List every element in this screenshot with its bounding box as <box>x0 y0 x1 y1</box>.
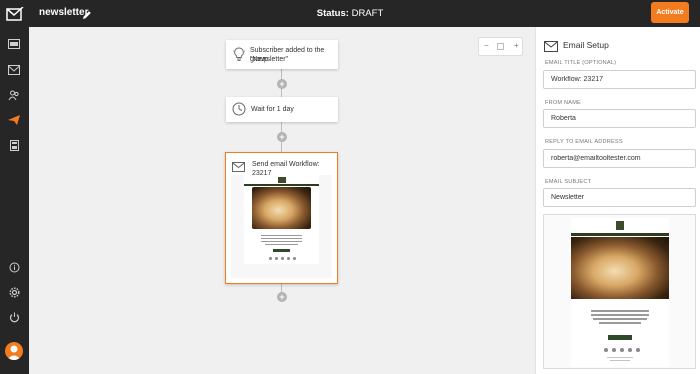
email-preview-social-icon <box>628 348 632 352</box>
email-preview-bread-image <box>571 237 669 299</box>
email-preview-page <box>571 218 669 367</box>
email-thumb-text-line <box>261 238 302 239</box>
envelope-icon <box>544 39 558 57</box>
email-preview-logo <box>616 221 624 230</box>
field-label-email-title: EMAIL TITLE (OPTIONAL) <box>545 60 617 66</box>
email-preview[interactable] <box>543 214 696 369</box>
email-thumb-social-icon <box>269 257 272 260</box>
power-icon[interactable] <box>7 310 21 324</box>
from-name-input[interactable] <box>543 109 696 128</box>
email-thumb-text-line <box>261 235 302 236</box>
app-logo-icon[interactable] <box>0 0 29 27</box>
trigger-text-line2: "Newsletter" <box>250 56 289 63</box>
email-preview-cta <box>608 335 632 340</box>
activate-button[interactable]: Activate <box>651 2 689 23</box>
automation-icon[interactable] <box>7 113 21 127</box>
left-sidebar <box>0 27 29 374</box>
email-thumbnail-small <box>231 175 332 278</box>
zoom-out-button[interactable]: − <box>484 41 489 50</box>
status-value: DRAFT <box>351 8 384 19</box>
field-label-reply-to: REPLY TO EMAIL ADDRESS <box>545 139 623 145</box>
info-icon[interactable] <box>7 260 21 274</box>
add-step-button[interactable]: + <box>277 292 287 302</box>
zoom-in-button[interactable]: + <box>514 41 519 50</box>
settings-icon[interactable] <box>7 285 21 299</box>
field-label-email-subject: EMAIL SUBJECT <box>545 179 592 185</box>
subscribers-icon[interactable] <box>7 88 21 102</box>
workflow-status: Status: DRAFT <box>0 8 700 19</box>
email-preview-footer-line <box>607 357 633 358</box>
email-thumb-text-line <box>261 241 302 242</box>
email-thumb-logo <box>278 177 286 183</box>
field-label-from-name: FROM NAME <box>545 100 581 106</box>
email-preview-social-icon <box>612 348 616 352</box>
mail-icon[interactable] <box>7 63 21 77</box>
email-thumb-social-icon <box>293 257 296 260</box>
zoom-fit-button[interactable] <box>497 43 504 50</box>
email-thumb-cta <box>273 249 290 252</box>
email-preview-text-line <box>591 310 649 312</box>
email-thumb-banner <box>244 184 319 186</box>
email-thumb-social-icon <box>275 257 278 260</box>
email-preview-text-line <box>591 314 649 316</box>
email-thumb-bread-image <box>252 187 311 229</box>
email-preview-text-line <box>593 318 647 320</box>
add-step-button[interactable]: + <box>277 132 287 142</box>
clock-icon <box>232 102 246 121</box>
lightbulb-icon <box>232 47 246 67</box>
edit-title-pencil-icon[interactable] <box>82 7 92 19</box>
dashboard-icon[interactable] <box>7 37 21 51</box>
user-avatar[interactable] <box>5 342 23 360</box>
email-subject-input[interactable] <box>543 188 696 207</box>
email-title-input[interactable] <box>543 70 696 89</box>
email-thumb-social-icon <box>287 257 290 260</box>
panel-title: Email Setup <box>563 40 609 50</box>
workflow-node-trigger[interactable]: Subscriber added to the group "Newslette… <box>226 40 338 69</box>
email-preview-banner <box>571 233 669 236</box>
email-thumb-text-line <box>265 244 298 245</box>
email-preview-social-icon <box>620 348 624 352</box>
email-preview-text-line <box>599 322 641 324</box>
reply-to-email-input[interactable] <box>543 149 696 168</box>
calculator-icon[interactable] <box>7 138 21 152</box>
top-bar: newsletter Status: DRAFT Activate <box>0 0 700 27</box>
workflow-node-wait[interactable]: Wait for 1 day <box>226 97 338 122</box>
status-label: Status: <box>316 8 349 19</box>
add-step-button[interactable]: + <box>277 79 287 89</box>
zoom-control: − + <box>478 37 523 56</box>
workflow-node-send-email[interactable]: Send email Workflow: 23217 <box>225 152 338 284</box>
email-preview-social-icon <box>636 348 640 352</box>
email-thumb-social-icon <box>281 257 284 260</box>
email-preview-social-icon <box>604 348 608 352</box>
email-preview-footer-line <box>610 360 630 361</box>
wait-text: Wait for 1 day <box>251 106 294 113</box>
